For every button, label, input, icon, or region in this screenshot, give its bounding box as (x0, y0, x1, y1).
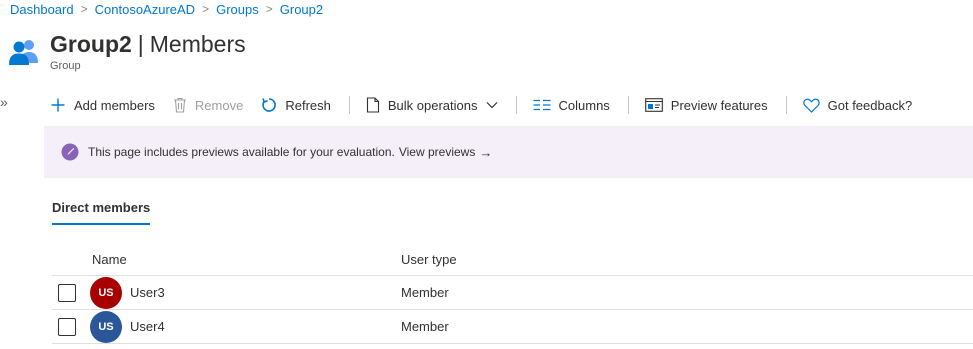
group-icon (9, 40, 38, 65)
tab-direct-members[interactable]: Direct members (52, 200, 151, 225)
page-header: Group2 | Members Group (8, 30, 246, 78)
breadcrumb-contosoazuread[interactable]: ContosoAzureAD (95, 2, 195, 17)
page-subtitle: Group (50, 60, 81, 72)
toolbar-divider (348, 96, 350, 114)
user-type-cell: Member (401, 319, 449, 334)
refresh-label: Refresh (285, 97, 331, 113)
trash-icon (173, 97, 186, 113)
command-bar: Add members Remove Refresh Bulk operatio… (50, 92, 912, 118)
toolbar-divider (515, 96, 517, 114)
breadcrumb-separator: > (80, 2, 88, 16)
heart-icon (802, 98, 820, 113)
page-title: Group2 | Members (50, 30, 246, 58)
table-header: Name User type (52, 244, 973, 276)
row-check-cell (52, 283, 92, 302)
table-row[interactable]: US User4 Member (52, 310, 973, 344)
user-type-cell: Member (401, 285, 449, 300)
breadcrumb-separator: > (202, 2, 210, 16)
add-members-label: Add members (74, 97, 155, 113)
remove-label: Remove (194, 97, 244, 113)
view-previews-link[interactable]: View previews (399, 145, 475, 159)
breadcrumb-group2[interactable]: Group2 (280, 2, 323, 17)
bulk-operations-label: Bulk operations (387, 97, 478, 113)
preview-features-icon (644, 98, 663, 112)
document-icon (366, 97, 379, 113)
arrow-right-icon: → (479, 144, 493, 160)
name-cell: US User4 (90, 310, 401, 343)
page-title-pipe: | (137, 31, 144, 57)
table-row[interactable]: US User3 Member (52, 276, 973, 310)
row-check-cell (52, 317, 92, 336)
preview-features-button[interactable]: Preview features (644, 97, 768, 113)
collapse-menu-icon[interactable]: » (0, 94, 8, 110)
column-header-user-type[interactable]: User type (401, 252, 973, 267)
page-title-section: Members (149, 31, 246, 57)
breadcrumb: Dashboard > ContosoAzureAD > Groups > Gr… (10, 0, 323, 18)
user-name-link[interactable]: User4 (130, 319, 165, 334)
preview-banner-message: This page includes previews available fo… (88, 145, 395, 159)
column-header-name[interactable]: Name (92, 252, 401, 267)
add-members-button[interactable]: Add members (50, 97, 155, 113)
toolbar-divider (785, 96, 787, 114)
user-name-link[interactable]: User3 (130, 285, 165, 300)
columns-label: Columns (558, 97, 610, 113)
preview-features-label: Preview features (670, 97, 768, 113)
toolbar-divider (627, 96, 629, 114)
got-feedback-button[interactable]: Got feedback? (802, 97, 913, 113)
remove-button[interactable]: Remove (173, 97, 243, 113)
name-cell: US User3 (90, 276, 401, 309)
breadcrumb-dashboard[interactable]: Dashboard (10, 2, 74, 17)
columns-icon (533, 99, 550, 111)
preview-banner: This page includes previews available fo… (44, 126, 973, 178)
bulk-operations-button[interactable]: Bulk operations (366, 97, 498, 113)
columns-button[interactable]: Columns (533, 98, 610, 113)
avatar: US (90, 276, 122, 309)
page-title-main: Group2 (50, 31, 132, 57)
got-feedback-label: Got feedback? (827, 97, 913, 113)
chevron-down-icon (486, 102, 497, 109)
breadcrumb-separator: > (265, 2, 273, 16)
row-checkbox[interactable] (58, 317, 76, 336)
breadcrumb-groups[interactable]: Groups (216, 2, 259, 17)
avatar: US (90, 310, 122, 343)
members-table: Name User type US User3 Member US User4 … (52, 244, 973, 344)
refresh-button[interactable]: Refresh (261, 97, 331, 113)
preview-badge-icon (61, 143, 79, 161)
refresh-icon (262, 98, 277, 112)
plus-icon (51, 98, 65, 112)
row-checkbox[interactable] (58, 283, 76, 302)
